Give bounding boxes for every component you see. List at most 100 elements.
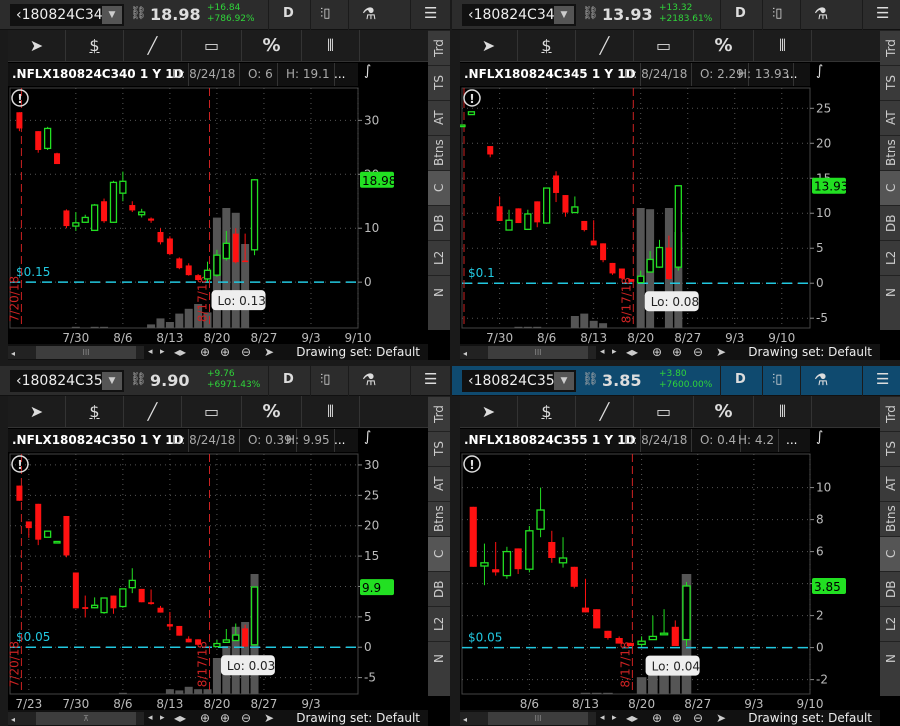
test-tubes-icon[interactable]: ⫴ <box>302 30 360 62</box>
chart-style-icon[interactable]: ⫶▯ <box>320 372 330 387</box>
tab-c[interactable]: C <box>428 536 450 571</box>
cursor-icon[interactable]: ➤ <box>8 396 66 428</box>
drawing-set-selector[interactable]: Drawing set: Default <box>748 344 872 360</box>
test-tubes-icon[interactable]: ⫴ <box>754 30 812 62</box>
tab-n[interactable]: N <box>428 275 450 310</box>
pointer-icon[interactable]: ➤ <box>716 710 726 726</box>
chart-style-icon[interactable]: ⫶▯ <box>772 6 782 21</box>
trendline-icon[interactable]: ╱ <box>124 30 182 62</box>
cursor-icon[interactable]: ➤ <box>8 30 66 62</box>
zoom-in-icon[interactable]: ⊕ <box>672 344 682 360</box>
tab-trd[interactable]: Trd <box>428 396 450 431</box>
scrollbar-thumb[interactable]: III <box>36 346 136 359</box>
zoom-in-icon[interactable]: ⊕ <box>220 344 230 360</box>
scroll-right-icon[interactable]: ▸ <box>612 710 617 726</box>
tab-at[interactable]: AT <box>880 466 900 501</box>
scroll-left-icon[interactable]: ◂ <box>148 344 153 360</box>
rectangle-icon[interactable]: ▭ <box>182 396 242 428</box>
zoom-out-icon[interactable]: ⊖ <box>241 710 251 726</box>
price-level-icon[interactable]: $ <box>518 30 576 62</box>
rectangle-icon[interactable]: ▭ <box>634 30 694 62</box>
menu-icon[interactable]: ☰ <box>876 4 889 22</box>
tab-c[interactable]: C <box>428 170 450 205</box>
more-readout[interactable]: ... <box>782 63 801 86</box>
price-level-icon[interactable]: $ <box>518 396 576 428</box>
link-icon[interactable]: ⛓ <box>130 372 147 387</box>
scroll-left-arrow[interactable]: ◂ <box>463 346 467 360</box>
menu-icon[interactable]: ☰ <box>424 4 437 22</box>
pointer-icon[interactable]: ➤ <box>264 344 274 360</box>
tab-btns[interactable]: Btns <box>428 135 450 170</box>
drawing-set-selector[interactable]: Drawing set: Default <box>296 710 420 726</box>
chart-style-icon[interactable]: ⫶▯ <box>772 372 782 387</box>
crosshair-icon[interactable]: ⊕ <box>652 344 662 360</box>
rectangle-icon[interactable]: ▭ <box>182 30 242 62</box>
studies-flask-icon[interactable]: ⚗ <box>814 4 828 23</box>
aggregation-button[interactable]: D <box>283 6 294 21</box>
scroll-right-icon[interactable]: ▸ <box>160 710 165 726</box>
study-curve-icon[interactable]: ∫ <box>810 63 880 86</box>
tab-btns[interactable]: Btns <box>880 501 900 536</box>
crosshair-icon[interactable]: ⊕ <box>200 710 210 726</box>
tab-l2[interactable]: L2 <box>428 606 450 641</box>
tab-db[interactable]: DB <box>880 571 900 606</box>
drawing-set-selector[interactable]: Drawing set: Default <box>296 344 420 360</box>
tab-l2[interactable]: L2 <box>880 606 900 641</box>
link-icon[interactable]: ⛓ <box>582 372 599 387</box>
price-chart[interactable]: -202468108/68/138/208/279/39/10$0.058/17… <box>460 452 880 710</box>
symbol-dropdown-button[interactable]: ▼ <box>102 6 122 24</box>
tab-l2[interactable]: L2 <box>428 240 450 275</box>
price-chart[interactable]: -50510152025307/237/308/68/138/208/279/3… <box>8 452 428 710</box>
expand-time-icon[interactable]: ◂▸ <box>626 344 638 360</box>
tab-db[interactable]: DB <box>428 571 450 606</box>
aggregation-button[interactable]: D <box>283 372 294 387</box>
studies-flask-icon[interactable]: ⚗ <box>814 370 828 389</box>
tab-btns[interactable]: Btns <box>428 501 450 536</box>
tab-at[interactable]: AT <box>428 100 450 135</box>
price-level-icon[interactable]: $ <box>66 30 124 62</box>
aggregation-button[interactable]: D <box>735 372 746 387</box>
tab-c[interactable]: C <box>880 536 900 571</box>
horizontal-scrollbar[interactable]: ◂ III <box>8 346 144 359</box>
tab-c[interactable]: C <box>880 170 900 205</box>
horizontal-scrollbar[interactable]: ◂ ⊼ <box>8 712 144 725</box>
scroll-left-icon[interactable]: ◂ <box>600 344 605 360</box>
scroll-right-icon[interactable]: ▸ <box>160 344 165 360</box>
pointer-icon[interactable]: ➤ <box>264 710 274 726</box>
tab-n[interactable]: N <box>880 641 900 676</box>
price-level-icon[interactable]: $ <box>66 396 124 428</box>
expand-time-icon[interactable]: ◂▸ <box>174 710 186 726</box>
studies-flask-icon[interactable]: ⚗ <box>362 370 376 389</box>
tab-n[interactable]: N <box>880 275 900 310</box>
tab-db[interactable]: DB <box>880 205 900 240</box>
tab-db[interactable]: DB <box>428 205 450 240</box>
scroll-left-icon[interactable]: ◂ <box>600 710 605 726</box>
test-tubes-icon[interactable]: ⫴ <box>302 396 360 428</box>
menu-icon[interactable]: ☰ <box>424 370 437 388</box>
trendline-icon[interactable]: ╱ <box>576 30 634 62</box>
scroll-right-icon[interactable]: ▸ <box>612 344 617 360</box>
scrollbar-thumb[interactable]: III <box>488 712 588 725</box>
study-curve-icon[interactable]: ∫ <box>810 429 880 452</box>
trendline-icon[interactable]: ╱ <box>124 396 182 428</box>
menu-icon[interactable]: ☰ <box>876 370 889 388</box>
price-chart[interactable]: 01020307/308/68/138/208/279/39/10$0.157/… <box>8 86 428 344</box>
symbol-dropdown-button[interactable]: ▼ <box>554 372 574 390</box>
tab-trd[interactable]: Trd <box>880 396 900 431</box>
tab-ts[interactable]: TS <box>880 65 900 100</box>
tab-ts[interactable]: TS <box>428 65 450 100</box>
percent-icon[interactable]: % <box>242 30 302 62</box>
cursor-icon[interactable]: ➤ <box>460 396 518 428</box>
trendline-icon[interactable]: ╱ <box>576 396 634 428</box>
tab-ts[interactable]: TS <box>880 431 900 466</box>
symbol-dropdown-button[interactable]: ▼ <box>554 6 574 24</box>
chart-style-icon[interactable]: ⫶▯ <box>320 6 330 21</box>
expand-time-icon[interactable]: ◂▸ <box>174 344 186 360</box>
link-icon[interactable]: ⛓ <box>130 6 147 21</box>
tab-n[interactable]: N <box>428 641 450 676</box>
tab-trd[interactable]: Trd <box>428 30 450 65</box>
tab-l2[interactable]: L2 <box>880 240 900 275</box>
more-readout[interactable]: ... <box>330 63 349 86</box>
expand-time-icon[interactable]: ◂▸ <box>626 710 638 726</box>
crosshair-icon[interactable]: ⊕ <box>200 344 210 360</box>
